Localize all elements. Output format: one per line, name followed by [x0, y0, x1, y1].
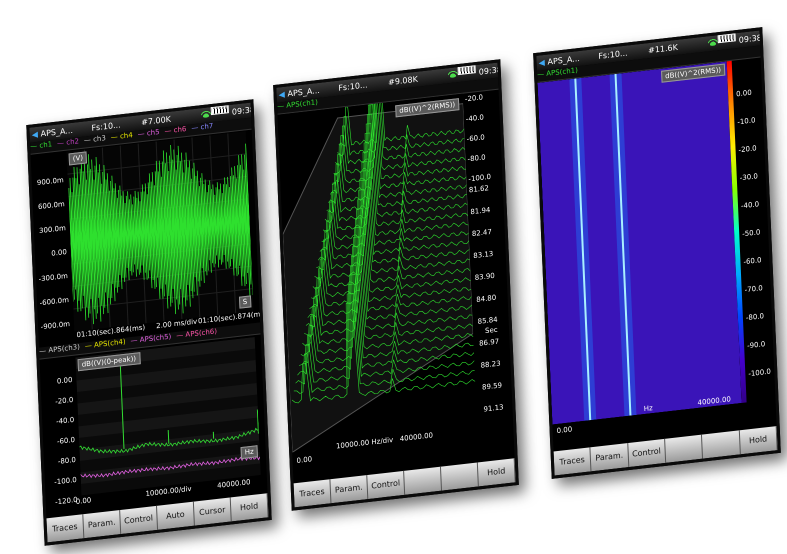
clock: 09:38	[478, 65, 502, 77]
cursor-button[interactable]: Cursor	[193, 497, 232, 526]
legend-entry[interactable]: — ch6	[164, 125, 186, 135]
y-tick: 0.00	[51, 248, 68, 258]
wifi-icon	[447, 67, 458, 79]
color-scale-tick: -100.0	[748, 367, 772, 379]
y-tick: 300.0m	[38, 224, 66, 236]
waterfall-svg	[282, 93, 476, 453]
db-tick: -60.0	[466, 133, 485, 144]
empty-button[interactable]	[665, 434, 704, 463]
color-scale-tick: -50.0	[742, 228, 761, 239]
empty-button[interactable]	[440, 462, 479, 491]
color-scale-tick: -20.0	[738, 144, 757, 155]
spectrum-peak	[167, 429, 170, 444]
traces-button[interactable]: Traces	[553, 447, 592, 476]
time-tick: 86.97	[478, 337, 500, 348]
empty-button[interactable]	[702, 430, 741, 459]
y-tick: -600.0m	[39, 295, 70, 308]
time-tick: 83.90	[474, 271, 495, 283]
y-tick: -300.0m	[38, 272, 69, 284]
traces-button[interactable]: Traces	[46, 514, 85, 543]
db-tick: -40.0	[465, 113, 485, 124]
back-arrow-icon[interactable]: ◀	[278, 87, 285, 103]
waveform-svg	[67, 133, 254, 330]
hold-button[interactable]: Hold	[739, 426, 778, 455]
spectrum-plot[interactable]: dB((V)(0-peak)) Hz	[75, 337, 261, 496]
time-tick: 89.59	[481, 381, 503, 392]
time-tick: 88.23	[480, 359, 501, 370]
param-button[interactable]: Param.	[330, 475, 369, 504]
color-scale-tick: -40.0	[740, 200, 760, 211]
legend-entry[interactable]: — ch1	[30, 140, 52, 150]
waveform-plot[interactable]: (V) S	[66, 131, 254, 332]
y-tick: -900.0m	[40, 319, 71, 332]
y-tick: -60.0	[56, 435, 76, 446]
time-tick: 85.84	[477, 315, 498, 326]
freq-start: 0.00	[296, 455, 313, 465]
y-tick: -100.0	[54, 475, 77, 487]
device-screen-waterfall: ◀ APS_A... Fs:10... #9.08K 09:38 — APS(c…	[273, 59, 519, 511]
y-tick: -20.0	[55, 395, 74, 406]
legend-entry[interactable]: — ch3	[84, 134, 106, 144]
traces-button[interactable]: Traces	[293, 479, 332, 508]
legend-entry[interactable]: — ch4	[111, 131, 133, 141]
color-scale-tick: 0.00	[735, 88, 752, 99]
color-scale-tick: -70.0	[744, 284, 763, 295]
control-button[interactable]: Control	[367, 470, 406, 499]
freq-start: 0.00	[75, 496, 92, 507]
back-arrow-icon[interactable]: ◀	[538, 55, 545, 71]
color-scale-tick: -90.0	[746, 340, 766, 351]
spectrogram-svg	[537, 61, 742, 425]
waterfall-plot[interactable]: dB((V)^2(RMS))	[277, 93, 478, 453]
back-arrow-icon[interactable]: ◀	[31, 127, 39, 143]
legend-entry[interactable]: — ch5	[137, 128, 159, 138]
legend-entry[interactable]: — ch2	[57, 137, 79, 147]
scale-button[interactable]: S	[238, 295, 252, 309]
clock: 09:38	[231, 105, 256, 117]
color-scale-tick: -80.0	[745, 312, 765, 323]
wifi-icon	[707, 35, 718, 47]
spectrogram-background	[537, 61, 742, 425]
frequency-unit-button[interactable]: Hz	[240, 445, 258, 460]
time-tick: 84.80	[476, 293, 497, 304]
y-tick: 600.0m	[37, 200, 65, 212]
control-button[interactable]: Control	[627, 438, 667, 468]
db-tick: -20.0	[464, 93, 484, 104]
unit-label: (V)	[68, 151, 88, 166]
param-button[interactable]: Param.	[590, 443, 629, 472]
y-tick: 900.0m	[36, 176, 64, 188]
time-tick: 81.62	[468, 184, 490, 195]
freq-start: 0.00	[556, 425, 573, 436]
device-screen-scope-fft: ◀ APS_A... Fs:10... #7.00K 09:38 — ch1— …	[26, 99, 272, 546]
hold-button[interactable]: Hold	[230, 493, 269, 522]
empty-button[interactable]	[404, 466, 443, 495]
auto-button[interactable]: Auto	[157, 501, 195, 530]
db-tick: -100.0	[468, 172, 492, 184]
db-tick: -80.0	[467, 153, 486, 164]
battery-icon	[457, 65, 476, 76]
legend-entry[interactable]: — ch7	[191, 122, 213, 132]
time-tick: 81.94	[470, 205, 491, 217]
param-button[interactable]: Param.	[83, 510, 122, 539]
battery-icon	[210, 105, 229, 116]
waveform-trace-ch1	[68, 143, 254, 325]
bottom-toolbar: Traces Param. Control Hold	[293, 458, 516, 508]
color-scale-tick: -30.0	[739, 172, 759, 183]
time-axis-label: Sec	[484, 325, 498, 336]
color-scale-tick: -10.0	[737, 116, 756, 127]
time-tick: 83.13	[473, 249, 494, 261]
y-tick: 0.00	[56, 375, 73, 386]
time-tick: 82.47	[471, 227, 492, 239]
freq-unit: Hz	[643, 404, 653, 414]
wifi-icon	[200, 107, 212, 119]
battery-icon	[717, 33, 736, 44]
device-screen-spectrogram: ◀ APS_A... Fs:10... #11.6K 09:38 — APS(c…	[533, 27, 781, 479]
y-tick: -40.0	[55, 415, 75, 426]
color-scale-tick: -60.0	[743, 256, 762, 267]
control-button[interactable]: Control	[120, 505, 159, 535]
hold-button[interactable]: Hold	[477, 458, 516, 487]
y-tick: -80.0	[57, 455, 77, 466]
freq-end: 40000.00	[217, 478, 251, 490]
time-tick: 91.13	[483, 403, 504, 414]
spectrogram-plot[interactable]: dB((V)^2(RMS))	[537, 61, 742, 425]
